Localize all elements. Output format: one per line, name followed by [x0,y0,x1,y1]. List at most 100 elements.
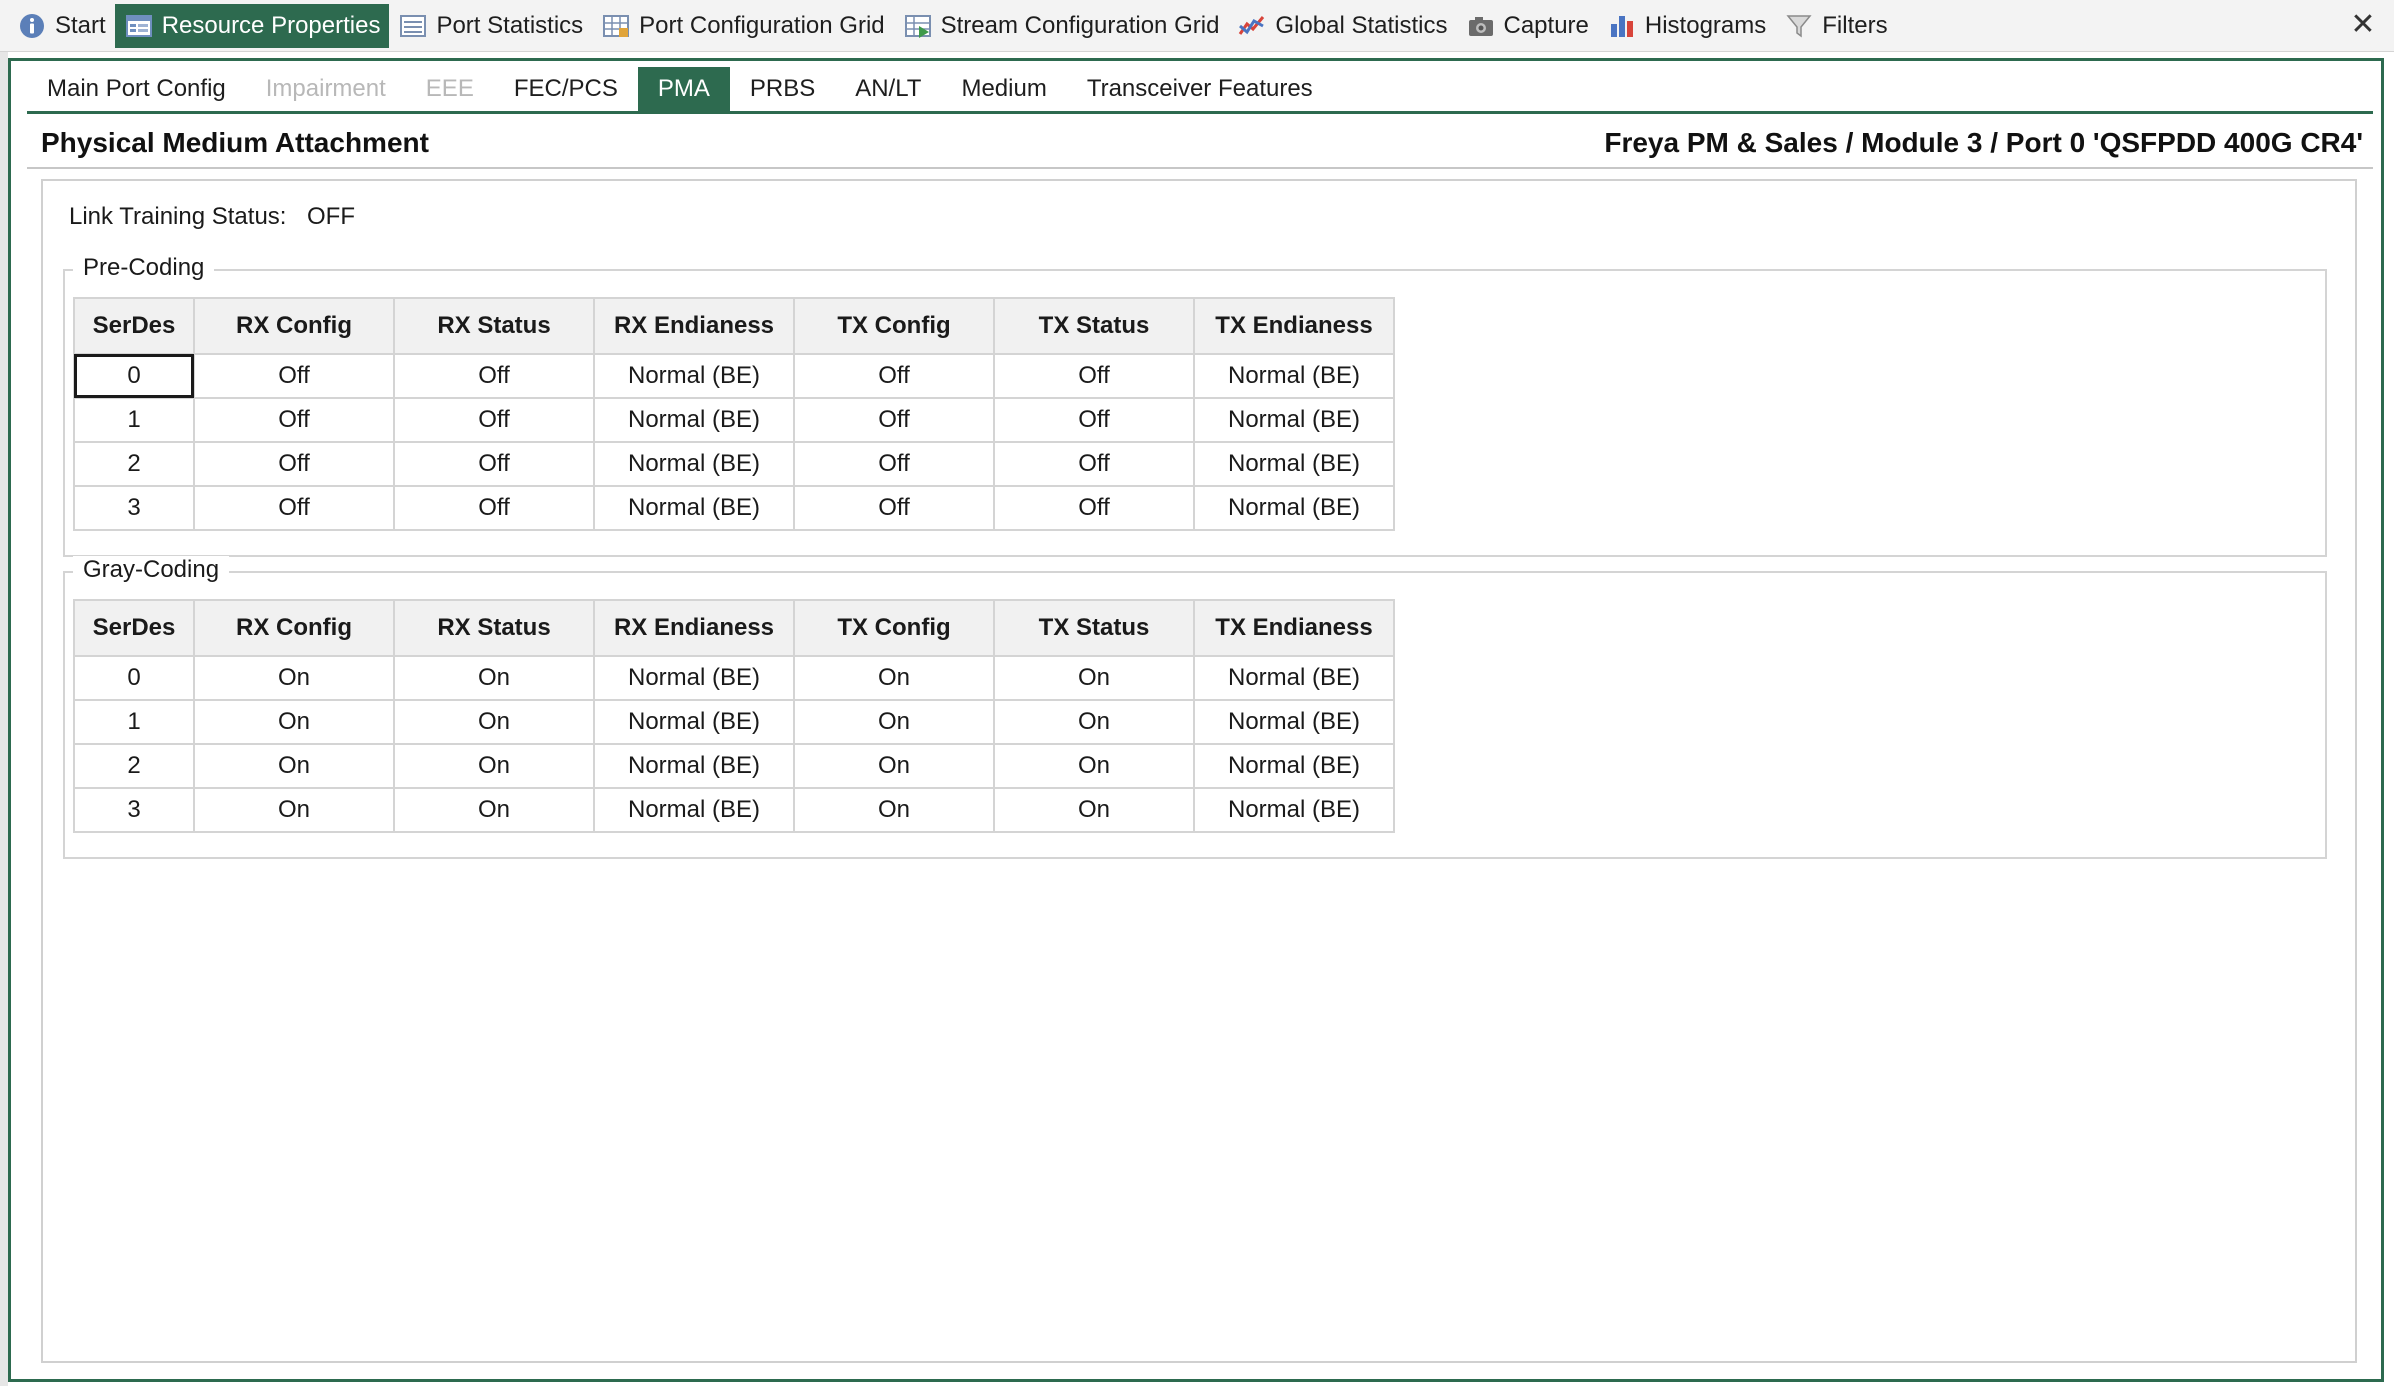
tx-config-cell[interactable]: Off [793,397,995,443]
serdes-cell[interactable]: 0 [73,655,195,701]
tx-config-cell[interactable]: On [793,655,995,701]
tab-label: Port Statistics [436,12,584,39]
column-header-rx-endianess[interactable]: RX Endianess [593,297,795,355]
tx-endianess-cell[interactable]: Normal (BE) [1193,353,1395,399]
table-row[interactable]: 1 Off Off Normal (BE) Off Off Normal (BE… [73,397,1395,443]
tab-filters[interactable]: Filters [1775,4,1896,48]
serdes-cell[interactable]: 3 [73,787,195,833]
rx-status-cell[interactable]: Off [393,441,595,487]
rx-config-cell[interactable]: Off [193,397,395,443]
column-header-tx-endianess[interactable]: TX Endianess [1193,599,1395,657]
column-header-tx-endianess[interactable]: TX Endianess [1193,297,1395,355]
tx-endianess-cell[interactable]: Normal (BE) [1193,699,1395,745]
table-row[interactable]: 3 Off Off Normal (BE) Off Off Normal (BE… [73,485,1395,531]
gray-coding-title: Gray-Coding [73,556,230,584]
column-header-rx-config[interactable]: RX Config [193,599,395,657]
tab-stream-configuration-grid[interactable]: Stream Configuration Grid [894,4,1229,48]
tx-config-cell[interactable]: On [793,699,995,745]
rx-status-cell[interactable]: On [393,743,595,789]
gray-coding-table: SerDes RX Config RX Status RX Endianess … [73,599,1395,833]
rx-endianess-cell[interactable]: Normal (BE) [593,655,795,701]
column-header-tx-status[interactable]: TX Status [993,297,1195,355]
serdes-cell[interactable]: 1 [73,699,195,745]
rx-endianess-cell[interactable]: Normal (BE) [593,485,795,531]
rx-endianess-cell[interactable]: Normal (BE) [593,353,795,399]
tab-medium[interactable]: Medium [941,67,1066,111]
rx-status-cell[interactable]: On [393,787,595,833]
tx-endianess-cell[interactable]: Normal (BE) [1193,743,1395,789]
tx-endianess-cell[interactable]: Normal (BE) [1193,441,1395,487]
tab-port-statistics[interactable]: Port Statistics [389,4,592,48]
tx-status-cell[interactable]: Off [993,397,1195,443]
tx-status-cell[interactable]: On [993,743,1195,789]
tab-pma[interactable]: PMA [637,67,730,111]
rx-endianess-cell[interactable]: Normal (BE) [593,787,795,833]
tx-config-cell[interactable]: On [793,787,995,833]
rx-config-cell[interactable]: On [193,699,395,745]
table-row[interactable]: 3 On On Normal (BE) On On Normal (BE) [73,787,1395,833]
tab-port-configuration-grid[interactable]: Port Configuration Grid [592,4,893,48]
rx-config-cell[interactable]: On [193,655,395,701]
rx-status-cell[interactable]: Off [393,397,595,443]
serdes-cell[interactable]: 1 [73,397,195,443]
tx-endianess-cell[interactable]: Normal (BE) [1193,397,1395,443]
rx-status-cell[interactable]: Off [393,353,595,399]
tx-status-cell[interactable]: On [993,787,1195,833]
serdes-cell[interactable]: 2 [73,441,195,487]
column-header-rx-status[interactable]: RX Status [393,297,595,355]
rx-config-cell[interactable]: On [193,787,395,833]
tab-fec-pcs[interactable]: FEC/PCS [494,67,638,111]
tx-config-cell[interactable]: Off [793,441,995,487]
serdes-cell[interactable]: 2 [73,743,195,789]
column-header-rx-status[interactable]: RX Status [393,599,595,657]
tab-an-lt[interactable]: AN/LT [835,67,941,111]
tab-transceiver-features[interactable]: Transceiver Features [1067,67,1333,111]
table-row[interactable]: 0 On On Normal (BE) On On Normal (BE) [73,655,1395,701]
table-row[interactable]: 2 On On Normal (BE) On On Normal (BE) [73,743,1395,789]
column-header-tx-status[interactable]: TX Status [993,599,1195,657]
pre-coding-table: SerDes RX Config RX Status RX Endianess … [73,297,1395,531]
rx-status-cell[interactable]: Off [393,485,595,531]
tx-status-cell[interactable]: On [993,655,1195,701]
table-row[interactable]: 2 Off Off Normal (BE) Off Off Normal (BE… [73,441,1395,487]
tx-status-cell[interactable]: Off [993,353,1195,399]
tab-prbs[interactable]: PRBS [730,67,835,111]
tab-capture[interactable]: Capture [1457,4,1598,48]
tab-resource-properties[interactable]: Resource Properties [114,4,390,48]
serdes-cell[interactable]: 0 [73,353,195,399]
rx-config-cell[interactable]: Off [193,353,395,399]
rx-endianess-cell[interactable]: Normal (BE) [593,743,795,789]
tx-status-cell[interactable]: On [993,699,1195,745]
rx-endianess-cell[interactable]: Normal (BE) [593,441,795,487]
rx-status-cell[interactable]: On [393,655,595,701]
tx-status-cell[interactable]: Off [993,441,1195,487]
table-row[interactable]: 0 Off Off Normal (BE) Off Off Normal (BE… [73,353,1395,399]
column-header-serdes[interactable]: SerDes [73,297,195,355]
rx-config-cell[interactable]: Off [193,441,395,487]
rx-config-cell[interactable]: Off [193,485,395,531]
tx-config-cell[interactable]: Off [793,353,995,399]
rx-endianess-cell[interactable]: Normal (BE) [593,397,795,443]
tx-config-cell[interactable]: Off [793,485,995,531]
tab-histograms[interactable]: Histograms [1598,4,1775,48]
column-header-serdes[interactable]: SerDes [73,599,195,657]
tx-endianess-cell[interactable]: Normal (BE) [1193,787,1395,833]
serdes-cell[interactable]: 3 [73,485,195,531]
tab-start[interactable]: Start [8,4,115,48]
tx-config-cell[interactable]: On [793,743,995,789]
rx-status-cell[interactable]: On [393,699,595,745]
tx-status-cell[interactable]: Off [993,485,1195,531]
close-icon[interactable]: ✕ [2346,8,2380,42]
document-tabs: Start Resource Properties Port Statistic… [8,4,1897,48]
tx-endianess-cell[interactable]: Normal (BE) [1193,655,1395,701]
column-header-rx-config[interactable]: RX Config [193,297,395,355]
rx-endianess-cell[interactable]: Normal (BE) [593,699,795,745]
tab-global-statistics[interactable]: Global Statistics [1228,4,1456,48]
column-header-tx-config[interactable]: TX Config [793,297,995,355]
tx-endianess-cell[interactable]: Normal (BE) [1193,485,1395,531]
table-row[interactable]: 1 On On Normal (BE) On On Normal (BE) [73,699,1395,745]
column-header-tx-config[interactable]: TX Config [793,599,995,657]
column-header-rx-endianess[interactable]: RX Endianess [593,599,795,657]
rx-config-cell[interactable]: On [193,743,395,789]
tab-main-port-config[interactable]: Main Port Config [27,67,246,111]
